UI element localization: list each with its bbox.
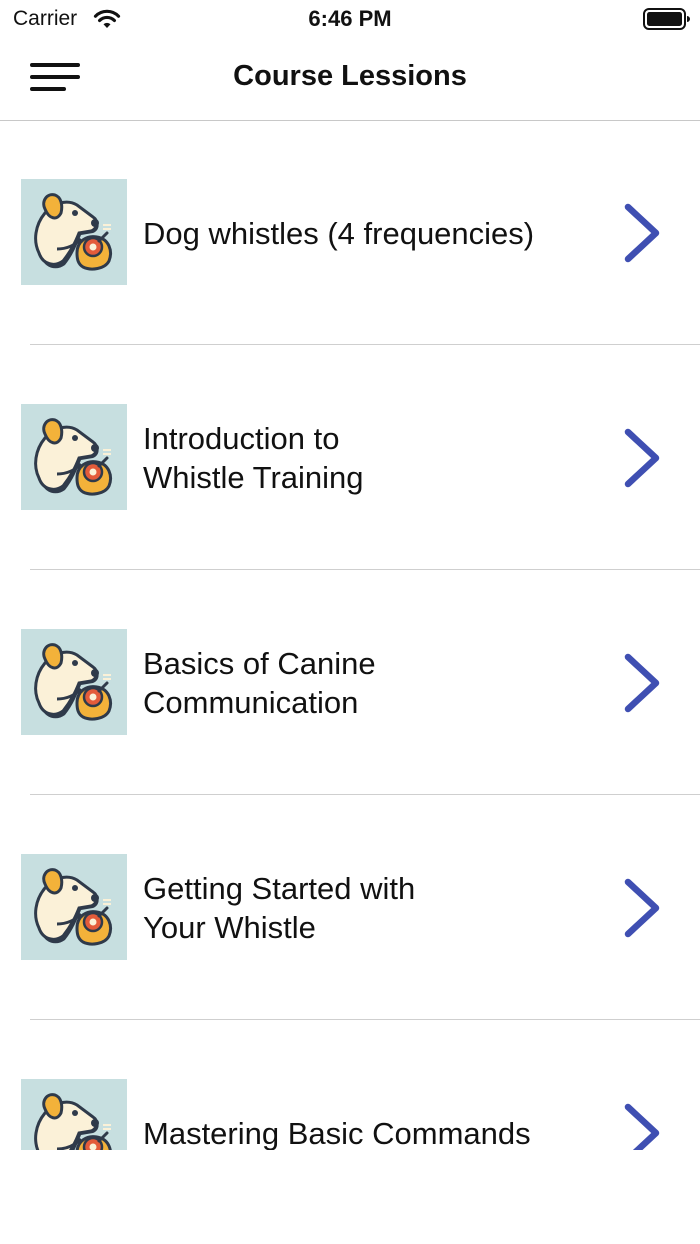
dog-whistle-thumbnail xyxy=(21,629,127,735)
page-title: Course Lessions xyxy=(233,60,467,92)
nav-bar: Course Lessions xyxy=(0,40,700,121)
lesson-title: Getting Started with Your Whistle xyxy=(143,871,416,945)
lesson-list[interactable]: Dog whistles (4 frequencies) Introductio… xyxy=(0,121,700,1150)
lesson-title: Basics of Canine Communication xyxy=(143,646,376,720)
lesson-row-3[interactable]: Basics of Canine Communication xyxy=(0,571,700,795)
chevron-right-icon[interactable] xyxy=(620,876,664,940)
row-divider xyxy=(30,1019,700,1020)
chevron-right-icon[interactable] xyxy=(620,651,664,715)
lesson-row-1[interactable]: Dog whistles (4 frequencies) xyxy=(0,121,700,345)
row-divider xyxy=(30,569,700,570)
chevron-right-icon[interactable] xyxy=(620,1101,664,1150)
battery-icon xyxy=(643,8,690,30)
row-divider xyxy=(30,344,700,345)
lesson-title: Dog whistles (4 frequencies) xyxy=(143,215,535,251)
lesson-title: Introduction to Whistle Training xyxy=(143,421,364,495)
status-bar: Carrier 6:46 PM xyxy=(0,0,700,40)
dog-whistle-thumbnail xyxy=(21,854,127,960)
lesson-row-4[interactable]: Getting Started with Your Whistle xyxy=(0,796,700,1020)
lesson-row-2[interactable]: Introduction to Whistle Training xyxy=(0,346,700,570)
row-divider xyxy=(30,794,700,795)
dog-whistle-thumbnail xyxy=(21,404,127,510)
lesson-row-5[interactable]: Mastering Basic Commands xyxy=(0,1021,700,1150)
chevron-right-icon[interactable] xyxy=(620,426,664,490)
lesson-title: Mastering Basic Commands xyxy=(143,1115,531,1151)
dog-whistle-thumbnail xyxy=(21,179,127,285)
chevron-right-icon[interactable] xyxy=(620,201,664,265)
status-time: 6:46 PM xyxy=(308,6,392,31)
dog-whistle-thumbnail xyxy=(21,1079,127,1150)
